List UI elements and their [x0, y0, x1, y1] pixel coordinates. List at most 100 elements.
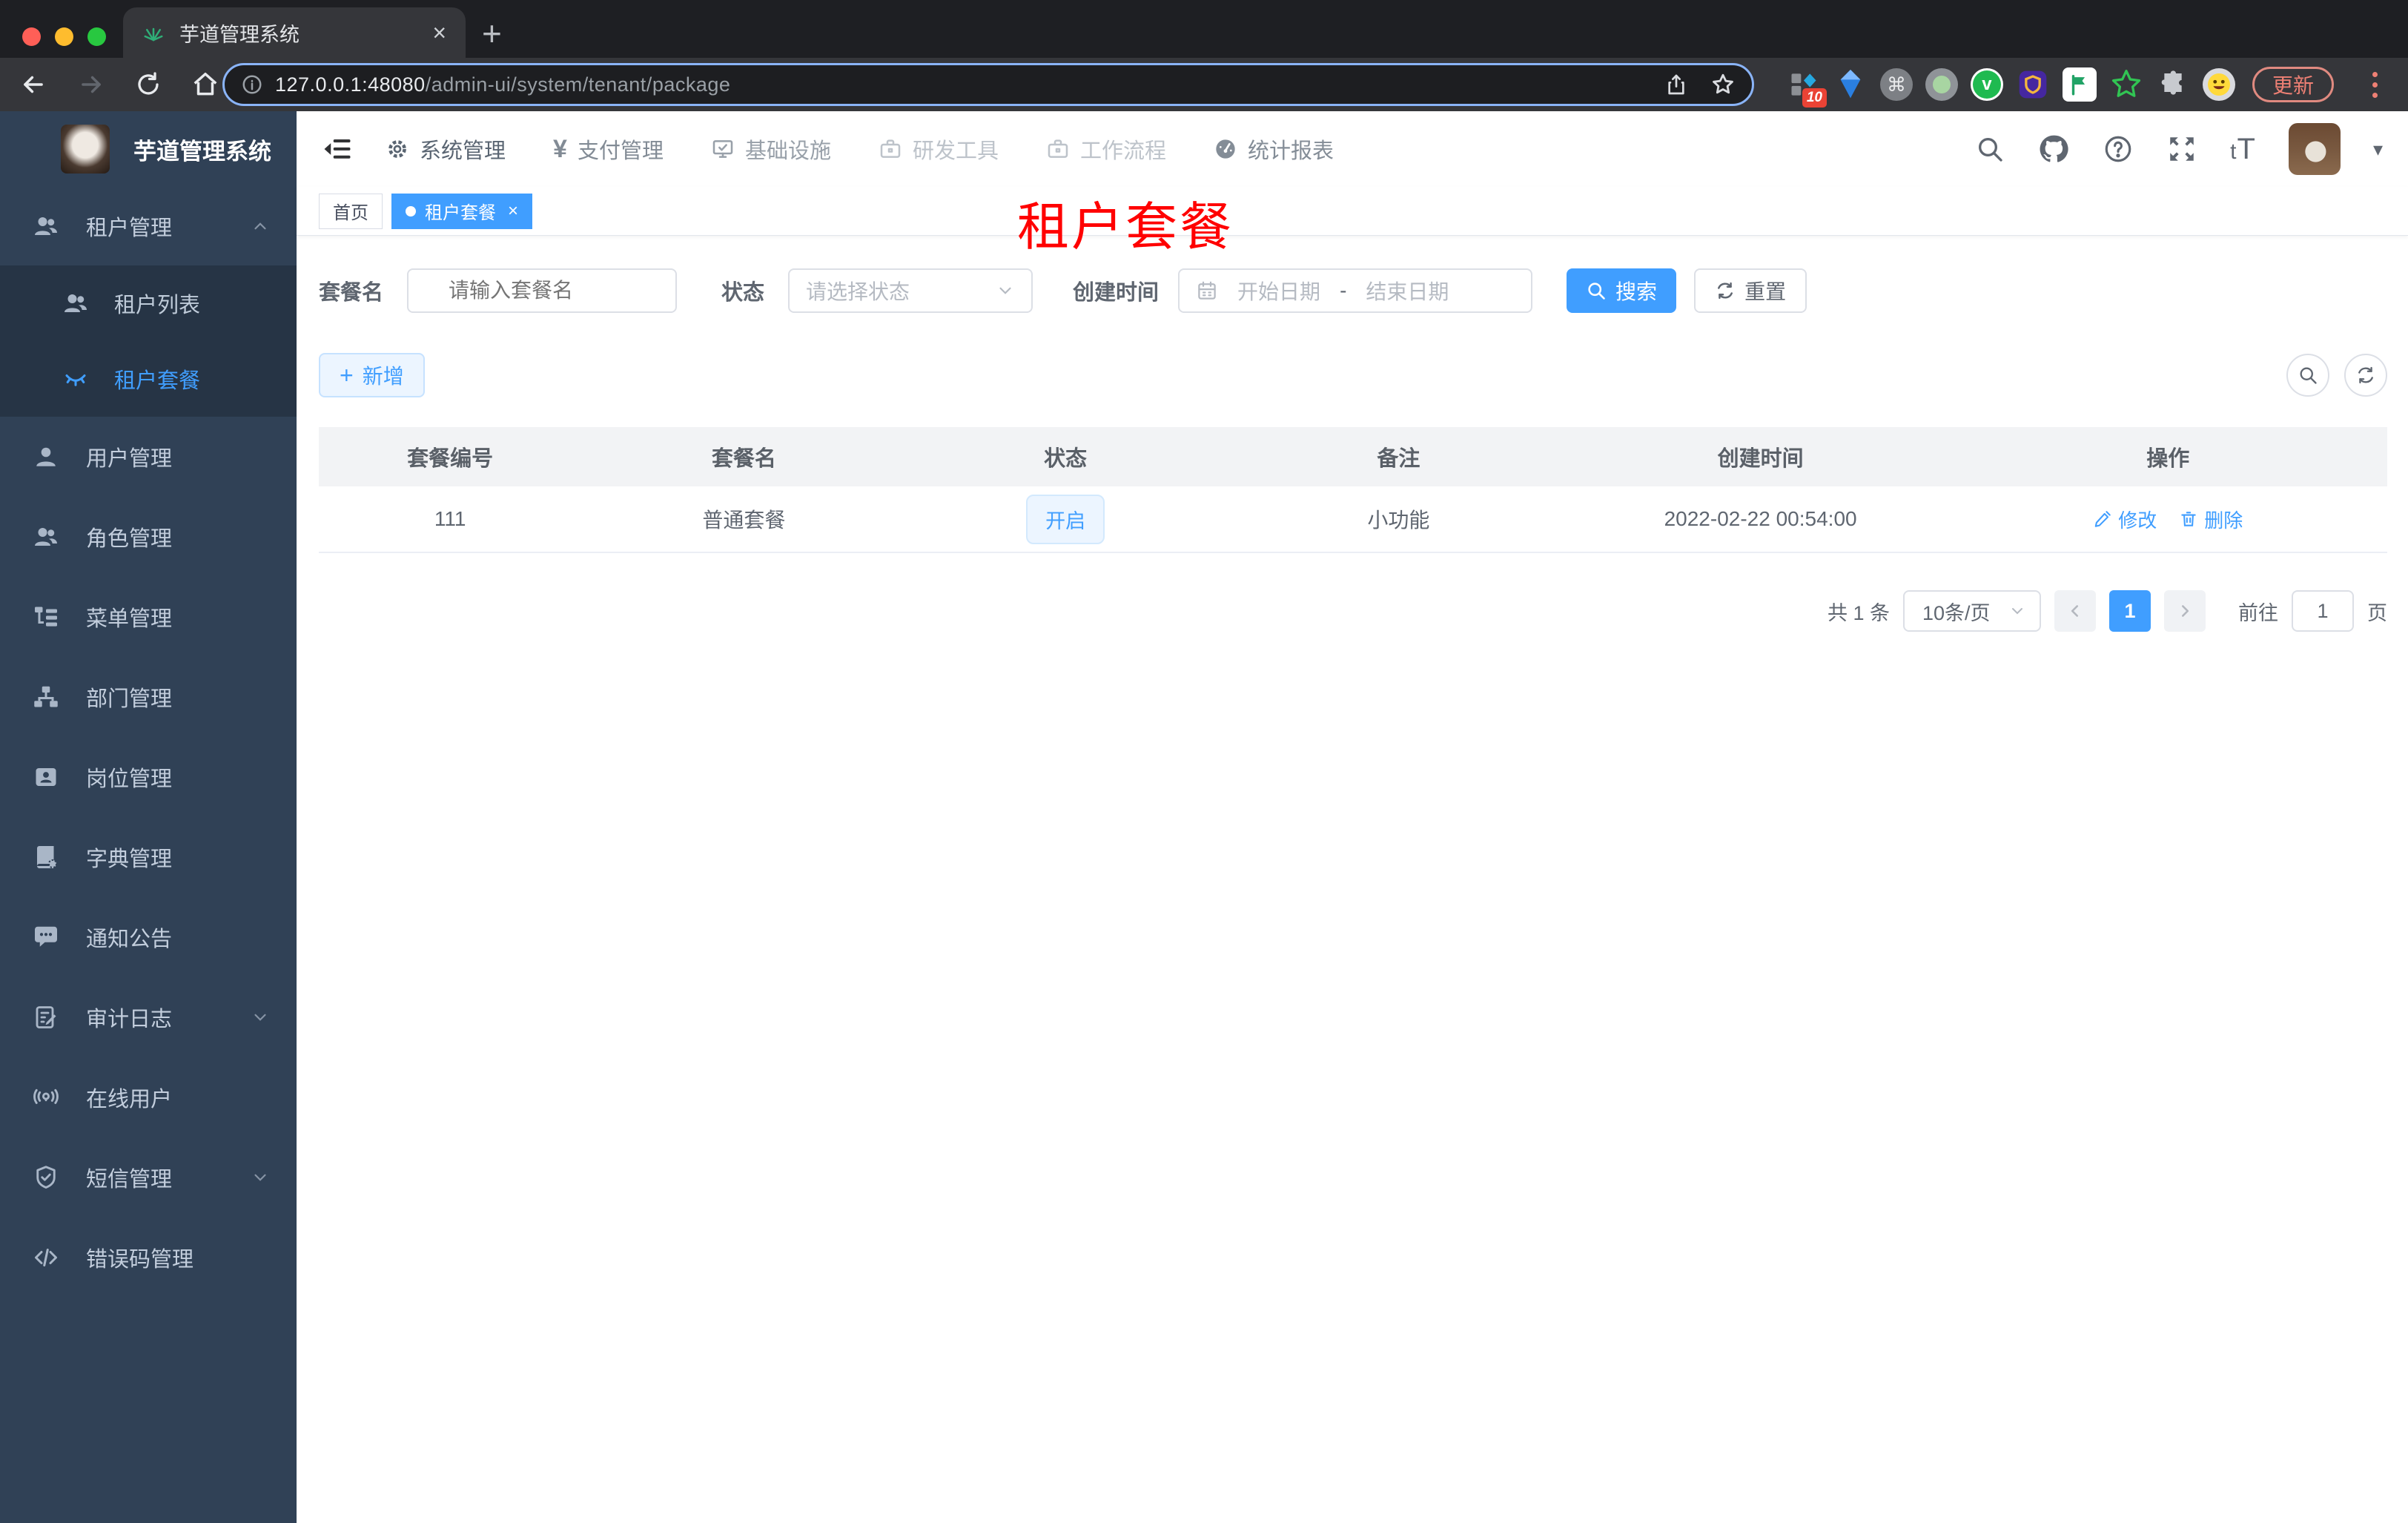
- cell-remark: 小功能: [1367, 509, 1430, 532]
- status-select[interactable]: 请选择状态: [788, 268, 1033, 313]
- search-icon[interactable]: [1975, 134, 2005, 164]
- sidebar-item-error-code[interactable]: 错误码管理: [0, 1218, 297, 1298]
- table-row: 111 普通套餐 开启 小功能 2022-02-22 00:54:00 修改 删…: [319, 486, 2387, 553]
- sidebar-item-tenant-list[interactable]: 租户列表: [0, 265, 297, 341]
- font-size-icon[interactable]: tT: [2230, 133, 2256, 166]
- table-header-row: 套餐编号 套餐名 状态 备注 创建时间 操作: [319, 427, 2387, 486]
- status-badge[interactable]: 开启: [1026, 494, 1105, 544]
- sidebar-item-online-users[interactable]: 在线用户: [0, 1057, 297, 1137]
- help-icon[interactable]: [2103, 133, 2134, 165]
- briefcase-icon: [1048, 139, 1068, 158]
- refresh-table-button[interactable]: [2344, 354, 2387, 397]
- extension-flag-icon[interactable]: [2062, 67, 2097, 102]
- home-icon[interactable]: [191, 70, 219, 99]
- top-menu-dev-tools[interactable]: 研发工具: [879, 133, 999, 165]
- sidebar-item-label: 租户列表: [114, 294, 201, 317]
- sidebar-item-tenant-package[interactable]: 租户套餐: [0, 341, 297, 417]
- edit-link[interactable]: 修改: [2093, 506, 2157, 533]
- extension-emoji-icon[interactable]: [2202, 68, 2235, 101]
- browser-tab[interactable]: 芋道管理系统 ×: [123, 7, 466, 58]
- sidebar-item-dept-management[interactable]: 部门管理: [0, 657, 297, 737]
- tag-close-icon[interactable]: ×: [508, 201, 518, 222]
- extension-dot-icon[interactable]: [1925, 68, 1958, 101]
- extension-command-icon[interactable]: ⌘: [1879, 68, 1913, 101]
- reset-button[interactable]: 重置: [1694, 268, 1807, 313]
- top-menu-workflow[interactable]: 工作流程: [1046, 133, 1166, 165]
- top-menu-reports[interactable]: 统计报表: [1214, 133, 1334, 165]
- sidebar-item-notice[interactable]: 通知公告: [0, 897, 297, 977]
- url-bar[interactable]: 127.0.0.1:48080/admin-ui/system/tenant/p…: [222, 63, 1754, 106]
- chevron-down-icon: [996, 281, 1015, 300]
- sidebar-item-label: 岗位管理: [86, 767, 173, 791]
- package-name-input-wrap: [407, 268, 678, 313]
- extension-gem-icon[interactable]: [1833, 67, 1868, 102]
- sidebar-item-audit-log[interactable]: 审计日志: [0, 977, 297, 1057]
- sidebar-item-label: 在线用户: [86, 1088, 173, 1111]
- tree-list-icon: [33, 604, 61, 630]
- message-dots-icon: [33, 924, 61, 951]
- sidebar-item-user-management[interactable]: 用户管理: [0, 417, 297, 497]
- forward-icon[interactable]: [77, 70, 105, 99]
- end-date-placeholder[interactable]: 结束日期: [1366, 276, 1449, 305]
- chrome-update-button[interactable]: 更新: [2252, 67, 2334, 102]
- site-info-icon[interactable]: [241, 73, 263, 96]
- window-controls[interactable]: [22, 27, 106, 46]
- back-icon[interactable]: [19, 70, 47, 99]
- chevron-right-icon: [2181, 605, 2189, 617]
- sidebar-item-tenant-management[interactable]: 租户管理: [0, 187, 297, 265]
- share-icon[interactable]: [1664, 73, 1688, 96]
- user-avatar[interactable]: [2288, 123, 2341, 175]
- avatar-caret-down-icon[interactable]: ▾: [2373, 138, 2383, 161]
- app-logo-rabbit: [61, 125, 110, 174]
- extension-blocks-icon[interactable]: 10: [1787, 67, 1827, 108]
- tab-close-icon[interactable]: ×: [432, 21, 446, 44]
- sidebar-item-post-management[interactable]: 岗位管理: [0, 737, 297, 817]
- sidebar-item-role-management[interactable]: 角色管理: [0, 497, 297, 577]
- next-page-button[interactable]: [2164, 590, 2206, 632]
- browser-menu-icon[interactable]: [2369, 68, 2380, 101]
- sidebar-item-dict-management[interactable]: 字典管理: [0, 817, 297, 897]
- refresh-icon: [1718, 282, 1733, 300]
- user-icon: [33, 443, 61, 470]
- book-gear-icon: [33, 844, 61, 870]
- sidebar-item-menu-management[interactable]: 菜单管理: [0, 577, 297, 657]
- extension-star-icon[interactable]: [2109, 67, 2143, 102]
- goto-page-input[interactable]: [2292, 590, 2354, 632]
- url-text[interactable]: 127.0.0.1:48080/admin-ui/system/tenant/p…: [275, 73, 730, 96]
- window-minimize-button[interactable]: [55, 27, 73, 46]
- extension-badge: 10: [1802, 88, 1827, 108]
- prev-page-button[interactable]: [2054, 590, 2096, 632]
- page-size-select[interactable]: 10条/页: [1903, 590, 2041, 632]
- show-search-button[interactable]: [2286, 354, 2329, 397]
- sidebar-logo-row[interactable]: 芋道管理系统: [0, 111, 297, 187]
- reload-icon[interactable]: [135, 71, 162, 98]
- delete-link[interactable]: 删除: [2179, 506, 2243, 533]
- extensions-puzzle-icon[interactable]: [2156, 67, 2190, 102]
- sidebar-item-sms-management[interactable]: 短信管理: [0, 1137, 297, 1218]
- top-menu-infra[interactable]: 基础设施: [711, 133, 831, 165]
- top-menu-system[interactable]: 系统管理: [386, 133, 506, 165]
- new-tab-button[interactable]: +: [482, 13, 502, 53]
- current-page-button[interactable]: 1: [2109, 590, 2151, 632]
- window-close-button[interactable]: [22, 27, 41, 46]
- total-count: 共 1 条: [1827, 601, 1890, 624]
- add-button[interactable]: + 新增: [319, 353, 425, 397]
- plus-icon: +: [340, 361, 354, 389]
- extension-v-icon[interactable]: v: [1970, 68, 2003, 101]
- github-icon[interactable]: [2037, 133, 2070, 165]
- search-button[interactable]: 搜索: [1567, 268, 1677, 313]
- bookmark-star-icon[interactable]: [1710, 72, 1736, 97]
- fullscreen-icon[interactable]: [2166, 133, 2197, 165]
- extension-shield-icon[interactable]: [2016, 67, 2050, 102]
- tag-tenant-package[interactable]: 租户套餐 ×: [391, 193, 533, 229]
- calendar-icon: [1196, 280, 1218, 302]
- date-range-picker[interactable]: 开始日期 - 结束日期: [1178, 268, 1533, 313]
- start-date-placeholder[interactable]: 开始日期: [1237, 276, 1320, 305]
- sidebar-fold-icon[interactable]: [322, 133, 353, 165]
- top-menu-payment[interactable]: ¥ 支付管理: [553, 133, 664, 165]
- package-name-input[interactable]: [449, 279, 615, 303]
- url-path: /admin-ui/system/tenant/package: [425, 73, 731, 96]
- tag-home[interactable]: 首页: [319, 193, 383, 229]
- col-header-created: 创建时间: [1717, 447, 1804, 471]
- window-zoom-button[interactable]: [87, 27, 106, 46]
